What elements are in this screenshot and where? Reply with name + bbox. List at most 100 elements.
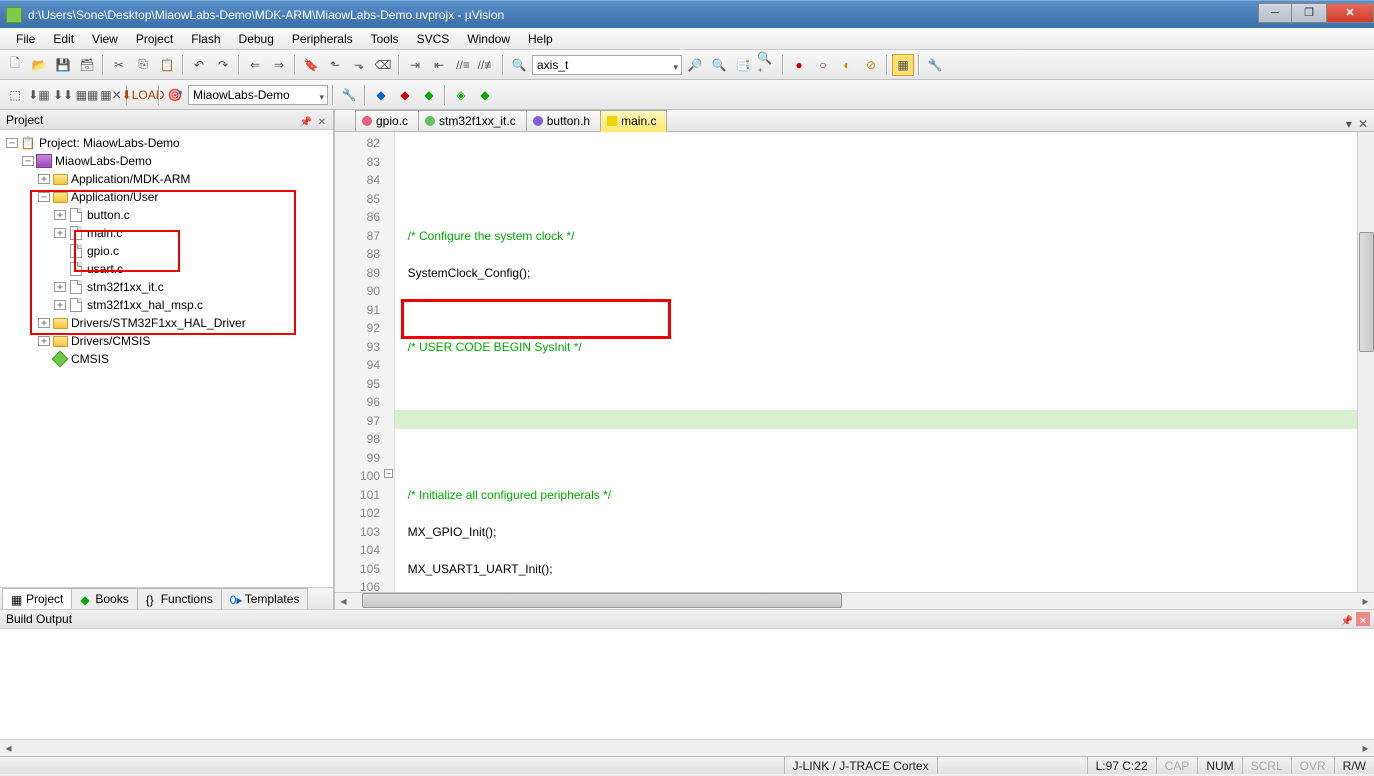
tab-gpio[interactable]: gpio.c bbox=[355, 110, 419, 131]
batch-build-icon[interactable]: ▦▦ bbox=[76, 84, 98, 106]
tree-target[interactable]: −MiaowLabs-Demo bbox=[2, 152, 329, 170]
tab-books[interactable]: ◆Books bbox=[71, 588, 137, 609]
tab-menu-icon[interactable]: ▾ bbox=[1346, 117, 1352, 131]
minimize-button[interactable]: ─ bbox=[1258, 3, 1292, 23]
title-bar: d:\Users\Sone\Desktop\MiaowLabs-Demo\MDK… bbox=[0, 0, 1374, 28]
pane-close-icon[interactable]: ✕ bbox=[315, 113, 329, 127]
pane-pin-icon[interactable]: 📌 bbox=[299, 113, 313, 127]
menu-view[interactable]: View bbox=[84, 30, 126, 48]
tree-root[interactable]: −📋Project: MiaowLabs-Demo bbox=[2, 134, 329, 152]
close-button[interactable]: ✕ bbox=[1326, 3, 1374, 23]
bookmark-clear-icon[interactable]: ⌫ bbox=[372, 54, 394, 76]
tree-file-gpio[interactable]: gpio.c bbox=[2, 242, 329, 260]
new-file-icon[interactable]: 🗋 bbox=[4, 54, 26, 76]
bp-insert-icon[interactable]: ○ bbox=[812, 54, 834, 76]
menu-flash[interactable]: Flash bbox=[183, 30, 228, 48]
menu-window[interactable]: Window bbox=[459, 30, 518, 48]
tree-file-usart[interactable]: usart.c bbox=[2, 260, 329, 278]
project-pane-label: Project bbox=[6, 110, 43, 130]
menu-edit[interactable]: Edit bbox=[45, 30, 82, 48]
tree-group-user[interactable]: −Application/User bbox=[2, 188, 329, 206]
tab-functions[interactable]: {}Functions bbox=[137, 588, 222, 609]
tab-stm32it[interactable]: stm32f1xx_it.c bbox=[418, 110, 527, 131]
toolbar-build: ⬚ ⬇▦ ⬇⬇ ▦▦ ▦✕ ⬇LOAD 🎯 MiaowLabs-Demo 🔧 ◆… bbox=[0, 80, 1374, 110]
download-icon[interactable]: ⬇LOAD bbox=[132, 84, 154, 106]
copy-icon[interactable]: ⎘ bbox=[132, 54, 154, 76]
line-gutter: 8283848586 8788899091 9293949596 9798991… bbox=[335, 132, 395, 592]
file-ext-icon[interactable]: ◆ bbox=[394, 84, 416, 106]
translate-icon[interactable]: ⬚ bbox=[4, 84, 26, 106]
save-all-icon[interactable]: 🗃 bbox=[76, 54, 98, 76]
tree-file-button[interactable]: +button.c bbox=[2, 206, 329, 224]
tab-button[interactable]: button.h bbox=[526, 110, 601, 131]
menu-tools[interactable]: Tools bbox=[363, 30, 407, 48]
tab-templates[interactable]: 0▸Templates bbox=[221, 588, 309, 609]
pack-installer-icon[interactable]: ◈ bbox=[450, 84, 472, 106]
tab-project[interactable]: ▦Project bbox=[2, 588, 72, 609]
find-combo[interactable]: axis_t bbox=[532, 55, 682, 75]
target-options-icon[interactable]: 🎯 bbox=[164, 84, 186, 106]
undo-icon[interactable]: ↶ bbox=[188, 54, 210, 76]
vertical-scrollbar[interactable] bbox=[1357, 132, 1374, 592]
bp-enable-icon[interactable]: ◐ bbox=[836, 54, 858, 76]
uncomment-icon[interactable]: //≢ bbox=[476, 54, 498, 76]
options-icon[interactable]: 🔧 bbox=[338, 84, 360, 106]
debug-start-icon[interactable]: ● bbox=[788, 54, 810, 76]
build-pane-pin-icon[interactable]: 📌 bbox=[1340, 612, 1354, 626]
find-prev-icon[interactable]: 🔍 bbox=[708, 54, 730, 76]
cut-icon[interactable]: ✂ bbox=[108, 54, 130, 76]
select-packs-icon[interactable]: ◆ bbox=[474, 84, 496, 106]
project-tree[interactable]: −📋Project: MiaowLabs-Demo −MiaowLabs-Dem… bbox=[0, 130, 333, 587]
find-files-icon[interactable]: 📑 bbox=[732, 54, 754, 76]
menu-file[interactable]: File bbox=[8, 30, 43, 48]
tree-group-haldriver[interactable]: +Drivers/STM32F1xx_HAL_Driver bbox=[2, 314, 329, 332]
horizontal-scrollbar[interactable]: ◂▸ bbox=[335, 592, 1374, 609]
menu-svcs[interactable]: SVCS bbox=[409, 30, 458, 48]
status-scrl: SCRL bbox=[1242, 757, 1291, 774]
maximize-button[interactable]: ❐ bbox=[1292, 3, 1326, 23]
nav-back-icon[interactable]: ⇐ bbox=[244, 54, 266, 76]
menu-help[interactable]: Help bbox=[520, 30, 561, 48]
bookmark-next-icon[interactable]: ⬎ bbox=[348, 54, 370, 76]
paste-icon[interactable]: 📋 bbox=[156, 54, 178, 76]
tree-file-it[interactable]: +stm32f1xx_it.c bbox=[2, 278, 329, 296]
open-file-icon[interactable]: 📂 bbox=[28, 54, 50, 76]
build-hscroll[interactable]: ◂▸ bbox=[0, 739, 1374, 756]
window-layout-icon[interactable]: ▦ bbox=[892, 54, 914, 76]
tree-file-halmsp[interactable]: +stm32f1xx_hal_msp.c bbox=[2, 296, 329, 314]
build-pane-close-icon[interactable]: ✕ bbox=[1356, 612, 1370, 626]
tree-file-main[interactable]: +main.c bbox=[2, 224, 329, 242]
menu-debug[interactable]: Debug bbox=[231, 30, 282, 48]
code-source[interactable]: /* Configure the system clock */ SystemC… bbox=[395, 132, 1357, 592]
stop-build-icon[interactable]: ▦✕ bbox=[100, 84, 122, 106]
build-icon[interactable]: ⬇▦ bbox=[28, 84, 50, 106]
manage-books-icon[interactable]: ◆ bbox=[370, 84, 392, 106]
tree-group-cmsisdrv[interactable]: +Drivers/CMSIS bbox=[2, 332, 329, 350]
configure-icon[interactable]: 🔧 bbox=[924, 54, 946, 76]
find-next-icon[interactable]: 🔎 bbox=[684, 54, 706, 76]
rebuild-icon[interactable]: ⬇⬇ bbox=[52, 84, 74, 106]
menu-project[interactable]: Project bbox=[128, 30, 181, 48]
bookmark-prev-icon[interactable]: ⬑ bbox=[324, 54, 346, 76]
nav-fwd-icon[interactable]: ⇒ bbox=[268, 54, 290, 76]
redo-icon[interactable]: ↷ bbox=[212, 54, 234, 76]
manage-rte-icon[interactable]: ◆ bbox=[418, 84, 440, 106]
tree-group-mdkarm[interactable]: +Application/MDK-ARM bbox=[2, 170, 329, 188]
build-output-content[interactable] bbox=[0, 629, 1374, 739]
tree-group-cmsis[interactable]: CMSIS bbox=[2, 350, 329, 368]
tab-main[interactable]: main.c bbox=[600, 110, 667, 132]
outdent-icon[interactable]: ⇤ bbox=[428, 54, 450, 76]
fold-marker-icon[interactable]: − bbox=[384, 469, 393, 478]
save-icon[interactable]: 💾 bbox=[52, 54, 74, 76]
tab-close-icon[interactable]: ✕ bbox=[1358, 117, 1368, 131]
comment-icon[interactable]: //≡ bbox=[452, 54, 474, 76]
indent-icon[interactable]: ⇥ bbox=[404, 54, 426, 76]
find-scope-icon[interactable]: 🔍 bbox=[508, 54, 530, 76]
bookmark-icon[interactable]: 🔖 bbox=[300, 54, 322, 76]
incremental-find-icon[interactable]: 🔍⁺ bbox=[756, 54, 778, 76]
bp-kill-icon[interactable]: ⊘ bbox=[860, 54, 882, 76]
menu-peripherals[interactable]: Peripherals bbox=[284, 30, 361, 48]
file-tabs: gpio.c stm32f1xx_it.c button.h main.c ▾ … bbox=[335, 110, 1374, 132]
code-editor[interactable]: 8283848586 8788899091 9293949596 9798991… bbox=[335, 132, 1374, 592]
target-combo[interactable]: MiaowLabs-Demo bbox=[188, 85, 328, 105]
